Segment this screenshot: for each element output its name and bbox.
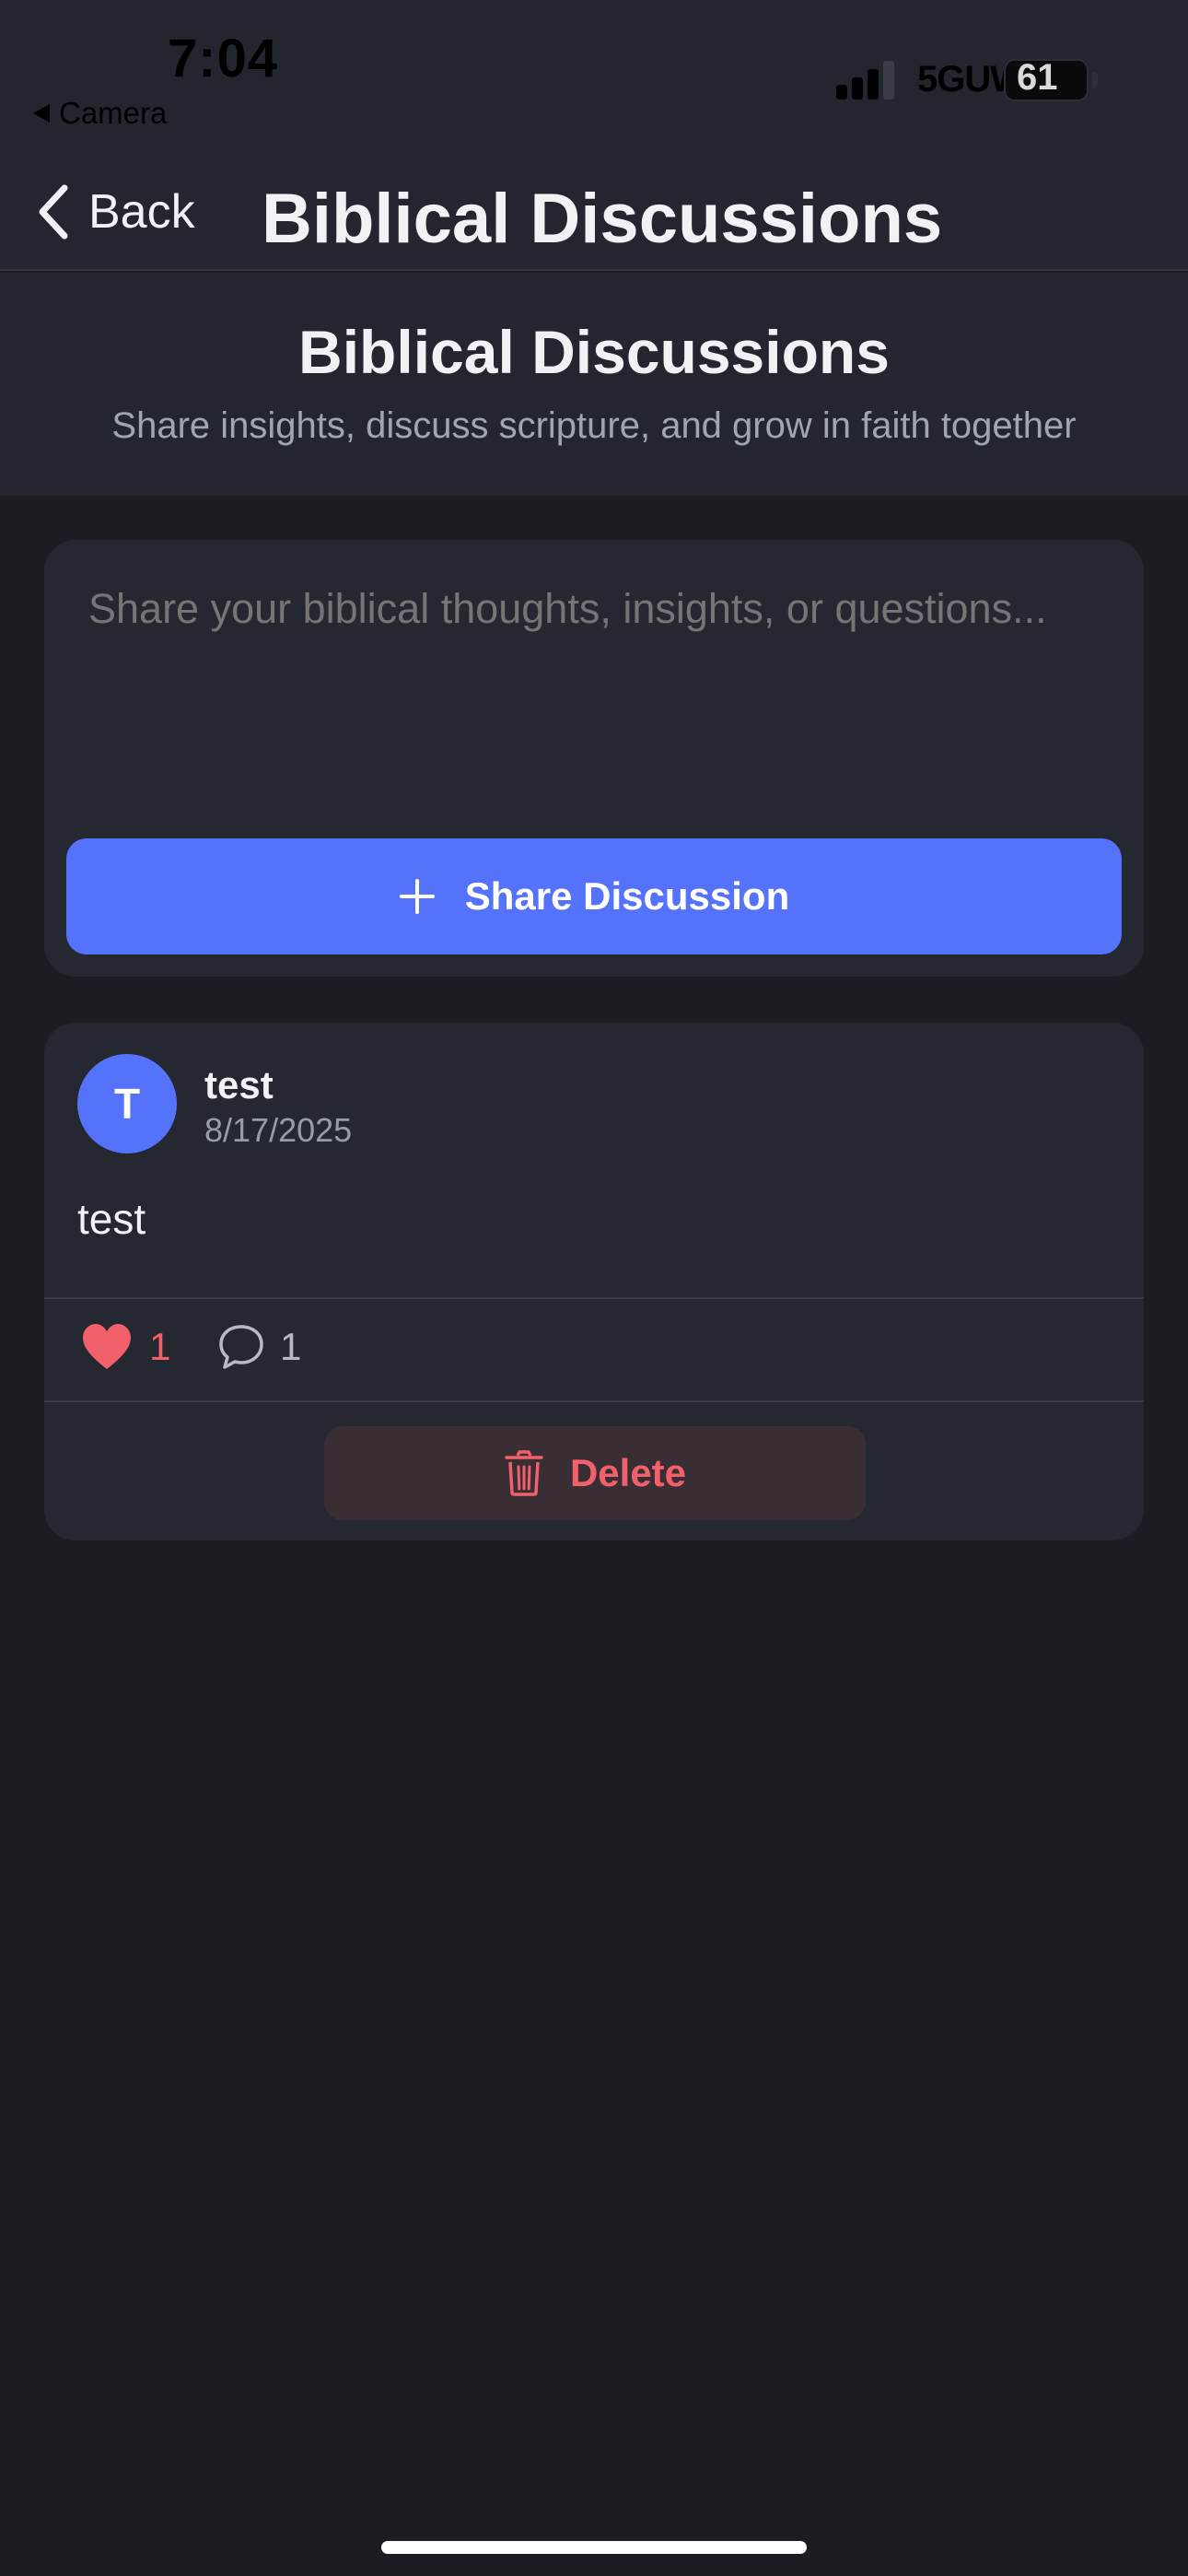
back-triangle-icon xyxy=(33,104,50,123)
page-header: Biblical Discussions Share insights, dis… xyxy=(0,273,1188,496)
like-count: 1 xyxy=(149,1325,171,1368)
nav-title: Biblical Discussions xyxy=(262,180,943,258)
navigation-bar: Back Biblical Discussions xyxy=(0,157,1188,271)
plus-icon xyxy=(399,879,435,914)
status-time: 7:04 xyxy=(168,29,279,88)
post-divider xyxy=(44,1297,1144,1299)
chevron-left-icon xyxy=(39,184,68,240)
post-actions-divider xyxy=(44,1400,1144,1402)
back-to-app-label: Camera xyxy=(59,96,168,130)
comment-icon xyxy=(219,1325,263,1369)
discussion-composer: Share Discussion xyxy=(44,540,1144,977)
heart-icon xyxy=(83,1324,131,1369)
delete-label: Delete xyxy=(569,1451,687,1494)
trash-icon xyxy=(505,1450,543,1496)
home-indicator[interactable] xyxy=(381,2541,807,2554)
post-author: test xyxy=(204,1063,274,1107)
discussion-post: T test 8/17/2025 test 1 1 Delete xyxy=(44,1023,1144,1540)
comment-count: 1 xyxy=(280,1325,302,1368)
cellular-signal-icon xyxy=(836,61,894,100)
post-date: 8/17/2025 xyxy=(204,1111,353,1149)
like-button[interactable]: 1 xyxy=(81,1323,170,1371)
page-title: Biblical Discussions xyxy=(298,318,890,386)
post-body: test xyxy=(77,1195,146,1243)
comment-button[interactable]: 1 xyxy=(217,1323,301,1371)
page-subtitle: Share insights, discuss scripture, and g… xyxy=(111,405,1077,446)
discussion-input[interactable] xyxy=(88,582,1065,767)
back-button[interactable]: Back xyxy=(35,182,195,241)
battery-tip xyxy=(1092,72,1098,88)
avatar: T xyxy=(77,1054,177,1153)
battery-level: 61 xyxy=(1017,57,1058,98)
share-discussion-label: Share Discussion xyxy=(464,874,790,918)
status-bar: 7:04 Camera 5GUW 61 xyxy=(0,0,1188,157)
share-discussion-button[interactable]: Share Discussion xyxy=(66,838,1122,954)
back-button-label: Back xyxy=(88,185,195,239)
back-to-app-link[interactable]: Camera xyxy=(33,96,167,131)
delete-button[interactable]: Delete xyxy=(324,1426,866,1520)
